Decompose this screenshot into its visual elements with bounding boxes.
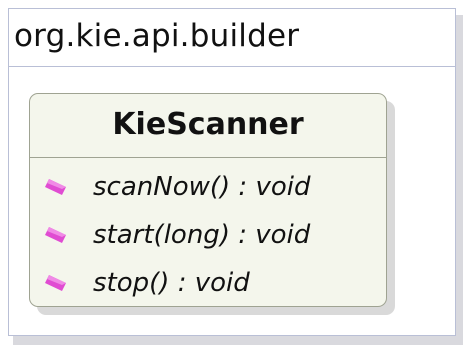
public-method-icon (45, 178, 67, 196)
method-row: start(long) : void (30, 212, 386, 260)
package-name: org.kie.api.builder (14, 18, 300, 54)
method-signature: scanNow() : void (93, 172, 311, 202)
public-method-icon (45, 274, 67, 292)
method-signature: start(long) : void (93, 220, 311, 250)
method-row: stop() : void (30, 260, 386, 306)
package-title-divider (8, 66, 456, 67)
class-box: KieScanner scanNow() : void start(long) … (29, 93, 387, 307)
method-row: scanNow() : void (30, 164, 386, 212)
class-name-divider (30, 157, 386, 158)
method-list: scanNow() : void start(long) : void stop… (30, 164, 386, 306)
class-name: KieScanner (112, 107, 304, 142)
uml-diagram: org.kie.api.builder KieScanner scanNow()… (0, 0, 468, 347)
method-signature: stop() : void (93, 268, 250, 298)
public-method-icon (45, 226, 67, 244)
